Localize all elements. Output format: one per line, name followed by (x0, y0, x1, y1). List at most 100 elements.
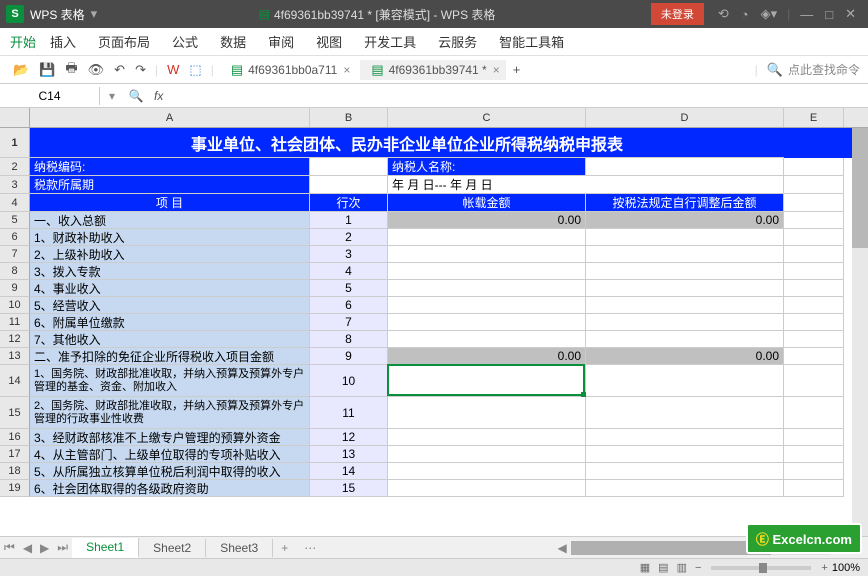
cell-line[interactable]: 7 (310, 314, 388, 331)
tab-close-icon[interactable]: × (343, 63, 350, 77)
menu-formula[interactable]: 公式 (172, 32, 198, 51)
view-normal-icon[interactable]: ▦ (640, 561, 650, 574)
box-icon[interactable]: ⬚ (189, 62, 201, 78)
cell-amount-book[interactable] (388, 229, 586, 246)
cell-amount-book[interactable]: 0.00 (388, 212, 586, 229)
col-header-C[interactable]: C (388, 108, 586, 127)
row-header[interactable]: 6 (0, 229, 30, 246)
cell-E4[interactable] (784, 194, 844, 212)
w-icon[interactable]: W (167, 62, 179, 77)
cell-D4[interactable]: 按税法规定自行调整后金额 (586, 194, 784, 212)
cell-amount-adjusted[interactable] (586, 480, 784, 497)
cell-empty[interactable] (784, 229, 844, 246)
cell-amount-adjusted[interactable]: 0.00 (586, 348, 784, 365)
zoom-out-icon[interactable]: − (695, 562, 701, 574)
cell-line[interactable]: 15 (310, 480, 388, 497)
cell-B3[interactable] (310, 176, 388, 194)
cell-empty[interactable] (784, 365, 844, 397)
cell-amount-book[interactable] (388, 297, 586, 314)
cell-project[interactable]: 5、从所属独立核算单位税后利润中取得的收入 (30, 463, 310, 480)
cell-amount-adjusted[interactable] (586, 397, 784, 429)
cell-amount-book[interactable] (388, 331, 586, 348)
tab-nav-next-icon[interactable]: ▶ (36, 539, 53, 557)
dropdown-icon[interactable]: ▾ (91, 6, 98, 22)
row-header[interactable]: 4 (0, 194, 30, 212)
cell-amount-book[interactable]: 0.00 (388, 348, 586, 365)
cell-empty[interactable] (784, 331, 844, 348)
zoom-slider[interactable] (711, 566, 811, 570)
skin-icon[interactable]: ◈▾ (761, 6, 778, 22)
minimize-icon[interactable]: — (800, 7, 813, 22)
cell-line[interactable]: 5 (310, 280, 388, 297)
col-header-D[interactable]: D (586, 108, 784, 127)
zoom-in-icon[interactable]: + (821, 562, 827, 574)
undo-icon[interactable]: ↶ (114, 62, 125, 78)
doc-tab-2[interactable]: ▤ 4f69361bb39741 * × (360, 60, 505, 80)
cell-amount-adjusted[interactable] (586, 229, 784, 246)
open-icon[interactable]: 📂 (13, 62, 29, 78)
row-header[interactable]: 19 (0, 480, 30, 497)
name-box[interactable]: C14 (0, 87, 100, 105)
cell-project[interactable]: 一、收入总额 (30, 212, 310, 229)
cell-line[interactable]: 10 (310, 365, 388, 397)
row-header[interactable]: 13 (0, 348, 30, 365)
tab-nav-prev-icon[interactable]: ◀ (19, 539, 36, 557)
row-header[interactable]: 10 (0, 297, 30, 314)
tab-nav-first-icon[interactable]: ⏮ (0, 538, 19, 557)
cell-line[interactable]: 8 (310, 331, 388, 348)
cell-C2[interactable]: 纳税人名称: (388, 158, 586, 176)
cell-empty[interactable] (784, 446, 844, 463)
menu-layout[interactable]: 页面布局 (98, 32, 150, 51)
scrollbar-thumb[interactable] (852, 128, 868, 248)
cell-amount-book[interactable] (388, 429, 586, 446)
search-icon[interactable]: 🔍 (767, 62, 783, 78)
cell-amount-book[interactable] (388, 365, 586, 397)
title-cell[interactable]: 事业单位、社会团体、民办非企业单位企业所得税纳税申报表 (30, 128, 784, 158)
row-header[interactable]: 15 (0, 397, 30, 429)
menu-view[interactable]: 视图 (316, 32, 342, 51)
zoom-icon[interactable]: 🔍 (124, 89, 148, 103)
cell-amount-adjusted[interactable]: 0.00 (586, 212, 784, 229)
cell-project[interactable]: 2、上级补助收入 (30, 246, 310, 263)
cell-project[interactable]: 4、从主管部门、上级单位取得的专项补贴收入 (30, 446, 310, 463)
cell-amount-book[interactable] (388, 397, 586, 429)
cell-empty[interactable] (784, 297, 844, 314)
cell-amount-adjusted[interactable] (586, 429, 784, 446)
cell-project[interactable]: 6、社会团体取得的各级政府资助 (30, 480, 310, 497)
login-button[interactable]: 未登录 (651, 3, 704, 25)
cell-line[interactable]: 13 (310, 446, 388, 463)
row-header[interactable]: 17 (0, 446, 30, 463)
cell-empty[interactable] (784, 429, 844, 446)
menu-data[interactable]: 数据 (220, 32, 246, 51)
hscroll-left-icon[interactable]: ◀ (554, 539, 571, 557)
cell-empty[interactable] (784, 348, 844, 365)
redo-icon[interactable]: ↷ (135, 62, 146, 78)
row-header[interactable]: 3 (0, 176, 30, 194)
cell-empty[interactable] (784, 480, 844, 497)
zoom-thumb[interactable] (759, 563, 767, 573)
add-sheet-icon[interactable]: + (273, 539, 296, 557)
cell-project[interactable]: 6、附属单位缴款 (30, 314, 310, 331)
cell-amount-adjusted[interactable] (586, 463, 784, 480)
row-header[interactable]: 11 (0, 314, 30, 331)
sheet-tab-3[interactable]: Sheet3 (206, 539, 273, 557)
menu-review[interactable]: 审阅 (268, 32, 294, 51)
cell-project[interactable]: 二、准予扣除的免征企业所得税收入项目金额 (30, 348, 310, 365)
cell-empty[interactable] (784, 280, 844, 297)
cell-A4[interactable]: 项 目 (30, 194, 310, 212)
cell-project[interactable]: 5、经营收入 (30, 297, 310, 314)
cell-amount-adjusted[interactable] (586, 314, 784, 331)
vertical-scrollbar[interactable] (852, 128, 868, 536)
cell-B2[interactable] (310, 158, 388, 176)
cell-amount-adjusted[interactable] (586, 446, 784, 463)
tab-nav-last-icon[interactable]: ⏭ (53, 538, 72, 557)
cell-empty[interactable] (784, 246, 844, 263)
cell-line[interactable]: 11 (310, 397, 388, 429)
cell-project[interactable]: 1、国务院、财政部批准收取，并纳入预算及预算外专户管理的基金、资金、附加收入 (30, 365, 310, 397)
cell-amount-book[interactable] (388, 263, 586, 280)
cell-project[interactable]: 2、国务院、财政部批准收取，并纳入预算及预算外专户管理的行政事业性收费 (30, 397, 310, 429)
cell-empty[interactable] (784, 212, 844, 229)
row-header[interactable]: 7 (0, 246, 30, 263)
select-all-corner[interactable] (0, 108, 30, 127)
name-dropdown-icon[interactable]: ▾ (100, 89, 124, 103)
